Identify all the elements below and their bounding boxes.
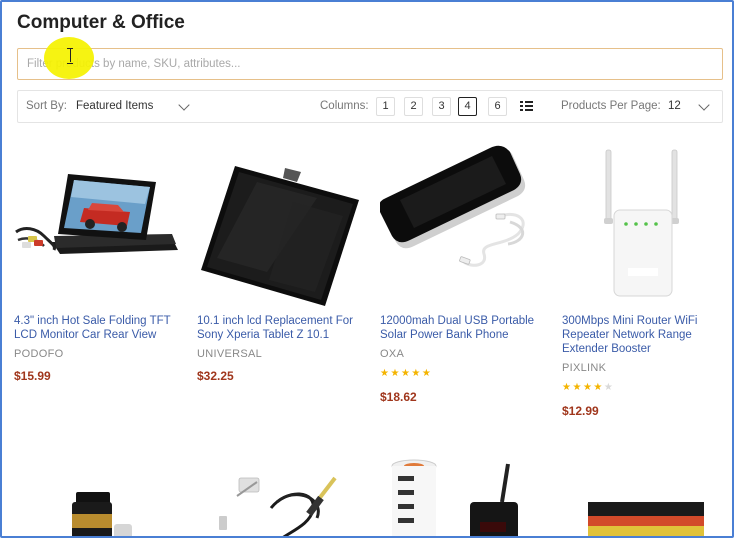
star-icon: ★ [380,368,391,379]
soldering-iron-icon[interactable] [197,458,367,538]
lcd-panel-icon[interactable] [197,142,367,310]
car-monitor-icon[interactable] [14,142,184,310]
product-price: $32.25 [197,369,234,383]
list-view-icon[interactable] [520,101,533,112]
power-bank-icon[interactable] [380,142,550,310]
product-name[interactable]: 12000mah Dual USB Portable Solar Power B… [380,314,550,342]
text-cursor-icon [67,48,73,64]
product-name[interactable]: 10.1 inch lcd Replacement For Sony Xperi… [197,314,367,342]
star-icon: ★ [421,368,433,379]
product-card[interactable] [14,458,184,538]
wifi-repeater-icon[interactable] [562,142,732,310]
column-option-3[interactable]: 3 [432,97,451,116]
column-option-6[interactable]: 6 [488,97,507,116]
product-brand[interactable]: PODOFO [14,348,63,360]
product-name[interactable]: 4.3" inch Hot Sale Folding TFT LCD Monit… [14,314,184,342]
star-icon: ★ [390,368,401,379]
product-card[interactable] [197,458,367,538]
star-icon: ★ [603,382,615,393]
product-name[interactable]: 300Mbps Mini Router WiFi Repeater Networ… [562,314,732,356]
chevron-down-icon[interactable] [178,99,190,111]
star-icon: ★ [572,382,583,393]
product-price: $15.99 [14,369,51,383]
product-brand[interactable]: PIXLINK [562,362,606,374]
column-option-4[interactable]: 4 [458,97,477,116]
star-icon: ★ [582,382,594,393]
browser-frame: Computer & Office Sort By: Featured Item… [0,0,734,538]
product-toolbar: Sort By: Featured Items Columns: 1 2 3 4… [17,90,723,123]
product-brand[interactable]: UNIVERSAL [197,348,262,360]
product-brand[interactable]: OXA [380,348,404,360]
per-page-select[interactable]: 12 [668,100,681,112]
product-card[interactable] [562,458,732,538]
product-price: $18.62 [380,390,417,404]
star-icon: ★ [400,368,412,379]
column-option-1[interactable]: 1 [376,97,395,116]
lens-icon[interactable] [14,458,184,538]
toner-cartridge-icon[interactable] [562,458,732,538]
search-field[interactable] [17,48,723,80]
rating-stars: ★★★★★ [380,368,432,379]
column-option-2[interactable]: 2 [404,97,423,116]
rating-stars: ★★★★★ [562,382,614,393]
star-icon: ★ [562,382,573,393]
sort-label: Sort By: [26,100,67,112]
product-price: $12.99 [562,404,599,418]
star-icon: ★ [593,382,604,393]
columns-label: Columns: [320,100,369,112]
product-card[interactable] [380,458,550,538]
search-input[interactable] [18,49,722,79]
sort-select[interactable]: Featured Items [76,100,153,112]
star-icon: ★ [411,368,422,379]
page-title: Computer & Office [17,12,185,33]
per-page-label: Products Per Page: [561,100,661,112]
chevron-down-icon[interactable] [698,99,710,111]
pager-stack-icon[interactable] [380,458,550,538]
